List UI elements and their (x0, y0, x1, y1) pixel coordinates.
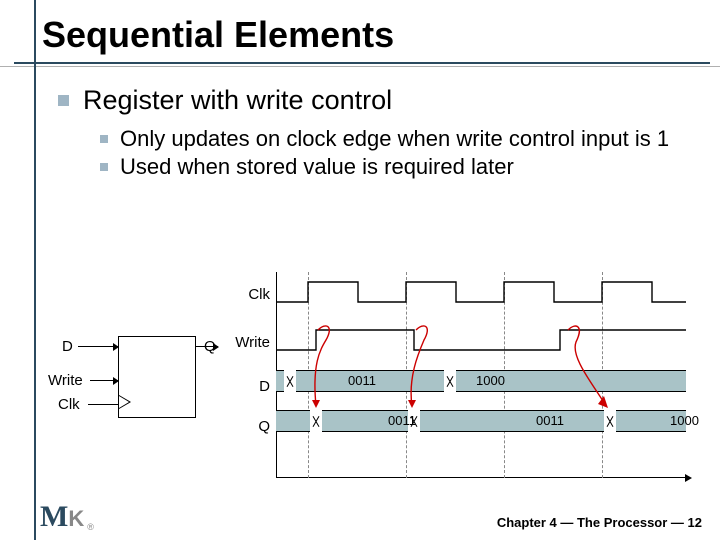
bullet-level1-text: Register with write control (83, 85, 392, 116)
square-bullet-icon (100, 163, 108, 171)
clock-triangle-icon (119, 395, 131, 409)
signal-line (88, 404, 118, 405)
slide-title: Sequential Elements (0, 0, 720, 60)
signal-arrow (196, 346, 218, 347)
logo-registered: ® (87, 522, 94, 532)
bullet-level2: Used when stored value is required later (100, 154, 696, 180)
signal-arrow (78, 346, 118, 347)
bullet-level2-text: Used when stored value is required later (120, 154, 514, 180)
bullet-level1: Register with write control (58, 85, 696, 116)
title-rule (14, 62, 710, 64)
bullet-level2: Only updates on clock edge when write co… (100, 126, 696, 152)
logo-k: K (68, 506, 84, 532)
signal-label-write: Write (48, 372, 83, 389)
signal-label-clk: Clk (58, 396, 80, 413)
signal-arrow (90, 380, 118, 381)
logo-m: M (40, 502, 68, 532)
diagram-area: D Q Write Clk Clk Write D (48, 278, 688, 480)
content-area: Register with write control Only updates… (0, 67, 720, 181)
publisher-logo: M K ® (40, 504, 104, 532)
row-label-q: Q (226, 418, 270, 435)
square-bullet-icon (58, 95, 69, 106)
timing-diagram: Clk Write D 0011 1000 (276, 278, 686, 478)
row-label-clk: Clk (226, 286, 270, 303)
causal-arrows (276, 278, 686, 478)
signal-label-d: D (62, 338, 73, 355)
vertical-accent-line (34, 0, 36, 540)
square-bullet-icon (100, 135, 108, 143)
footer-text: Chapter 4 — The Processor — 12 (497, 515, 702, 530)
bullet-level2-text: Only updates on clock edge when write co… (120, 126, 669, 152)
row-label-write: Write (226, 334, 270, 351)
row-label-d: D (226, 378, 270, 395)
register-box (118, 336, 196, 418)
